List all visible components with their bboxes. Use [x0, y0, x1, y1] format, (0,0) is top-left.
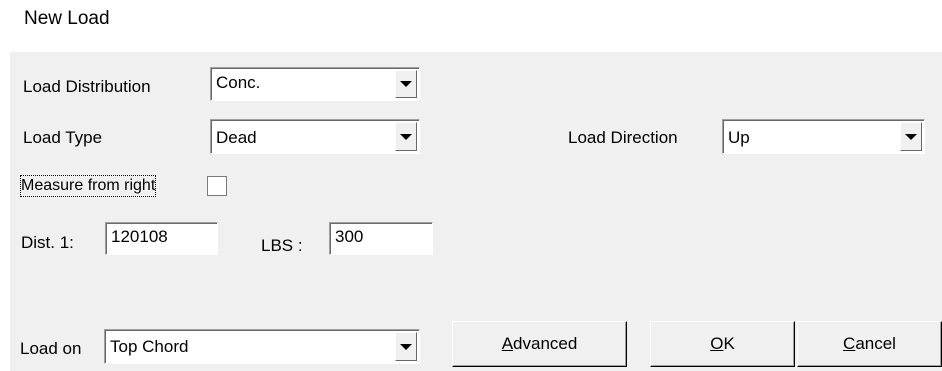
- advanced-button[interactable]: Advanced: [452, 321, 627, 367]
- cancel-label: ancel: [855, 334, 896, 353]
- ok-mnemonic: O: [710, 334, 724, 353]
- title-bar: New Load: [0, 0, 942, 44]
- cancel-mnemonic: C: [843, 334, 856, 353]
- load-on-label: Load on: [20, 339, 82, 358]
- ok-label: K: [723, 334, 735, 353]
- dist1-value: 120108: [111, 227, 168, 246]
- chevron-down-icon: [400, 81, 412, 87]
- load-distribution-value: Conc.: [216, 73, 261, 92]
- lbs-value: 300: [335, 227, 364, 246]
- dist1-label: Dist. 1:: [21, 233, 74, 252]
- chevron-down-icon: [400, 343, 412, 350]
- cancel-button[interactable]: Cancel: [797, 321, 942, 367]
- load-direction-value: Up: [728, 128, 750, 147]
- load-distribution-select[interactable]: Conc.: [210, 67, 420, 101]
- load-type-dropdown-button[interactable]: [395, 122, 417, 151]
- ok-button[interactable]: OK: [650, 321, 795, 367]
- load-on-select[interactable]: Top Chord: [104, 329, 420, 364]
- load-distribution-label: Load Distribution: [23, 77, 151, 96]
- window-title: New Load: [24, 8, 110, 29]
- advanced-label: dvanced: [513, 334, 578, 353]
- measure-from-right-checkbox[interactable]: [207, 176, 227, 196]
- dist1-input[interactable]: 120108: [105, 222, 218, 255]
- load-on-dropdown-button[interactable]: [395, 332, 417, 361]
- load-distribution-dropdown-button[interactable]: [395, 70, 417, 98]
- advanced-mnemonic: A: [501, 334, 514, 353]
- load-on-value: Top Chord: [110, 337, 189, 356]
- load-direction-select[interactable]: Up: [722, 119, 925, 154]
- load-type-label: Load Type: [23, 128, 103, 147]
- chevron-down-icon: [905, 133, 917, 140]
- load-type-select[interactable]: Dead: [210, 119, 420, 154]
- load-direction-dropdown-button[interactable]: [900, 122, 922, 151]
- lbs-input[interactable]: 300: [329, 222, 433, 255]
- load-direction-label: Load Direction: [568, 128, 678, 147]
- measure-from-right-label[interactable]: Measure from right: [19, 175, 157, 197]
- load-type-value: Dead: [216, 128, 257, 147]
- lbs-label: LBS :: [261, 236, 303, 255]
- chevron-down-icon: [400, 133, 412, 140]
